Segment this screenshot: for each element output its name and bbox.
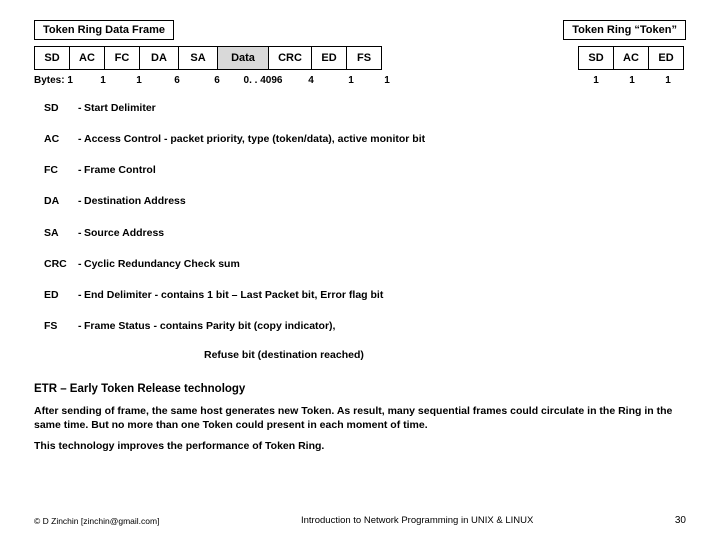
data-frame-block: SD AC FC DA SA Data CRC ED FS Bytes: 1 1… [34, 46, 405, 88]
tb-sd: 1 [578, 72, 614, 88]
token-frame-bytes: 1 1 1 [578, 72, 686, 88]
data-frame-table: SD AC FC DA SA Data CRC ED FS [34, 46, 382, 70]
b-data: 0. . 4096 [237, 72, 289, 88]
df-fs: FS [347, 47, 382, 70]
bytes-label: Bytes: 1 [34, 72, 85, 88]
abbr-ed: ED [44, 289, 78, 313]
etr-block: ETR – Early Token Release technology Aft… [34, 383, 686, 454]
token-frame-block: SD AC ED 1 1 1 [578, 46, 686, 88]
desc-sd: Start Delimiter [84, 102, 686, 126]
etr-paragraph-2: This technology improves the performance… [34, 440, 686, 454]
tk-ed: ED [649, 47, 684, 70]
b-da: 6 [157, 72, 197, 88]
desc-sa: Source Address [84, 227, 686, 251]
abbr-fc: FC [44, 164, 78, 188]
df-crc: CRC [269, 47, 312, 70]
footer-title: Introduction to Network Programming in U… [159, 515, 674, 526]
df-sa: SA [179, 47, 218, 70]
tb-ed: 1 [650, 72, 686, 88]
df-ac: AC [70, 47, 105, 70]
desc-ed: End Delimiter - contains 1 bit – Last Pa… [84, 289, 686, 313]
data-frame-title: Token Ring Data Frame [34, 20, 174, 40]
df-da: DA [140, 47, 179, 70]
b-sa: 6 [197, 72, 237, 88]
abbr-crc: CRC [44, 258, 78, 282]
desc-fs: Frame Status - contains Parity bit (copy… [84, 320, 686, 344]
b-ac: 1 [85, 72, 121, 88]
page-footer: © D Zinchin [zinchin@gmail.com] Introduc… [34, 515, 686, 526]
df-fc: FC [105, 47, 140, 70]
desc-fc: Frame Control [84, 164, 686, 188]
desc-crc: Cyclic Redundancy Check sum [84, 258, 686, 282]
tk-ac: AC [614, 47, 649, 70]
footer-page-number: 30 [675, 515, 686, 526]
abbr-fs: FS [44, 320, 78, 344]
desc-ac: Access Control - packet priority, type (… [84, 133, 686, 157]
abbr-da: DA [44, 195, 78, 219]
df-sd: SD [35, 47, 70, 70]
desc-da: Destination Address [84, 195, 686, 219]
df-ed: ED [312, 47, 347, 70]
b-ed: 1 [333, 72, 369, 88]
b-crc: 4 [289, 72, 333, 88]
tb-ac: 1 [614, 72, 650, 88]
data-frame-bytes: Bytes: 1 1 1 6 6 0. . 4096 4 1 1 [34, 72, 405, 88]
etr-title: ETR – Early Token Release technology [34, 383, 686, 395]
tk-sd: SD [579, 47, 614, 70]
df-data: Data [218, 47, 269, 70]
token-title: Token Ring “Token” [563, 20, 686, 40]
fs-extra-line: Refuse bit (destination reached) [204, 349, 686, 361]
abbr-ac: AC [44, 133, 78, 157]
footer-copyright: © D Zinchin [zinchin@gmail.com] [34, 516, 159, 526]
abbr-sd: SD [44, 102, 78, 126]
token-frame-table: SD AC ED [578, 46, 684, 70]
etr-paragraph-1: After sending of frame, the same host ge… [34, 405, 686, 432]
abbr-sa: SA [44, 227, 78, 251]
b-fs: 1 [369, 72, 405, 88]
b-fc: 1 [121, 72, 157, 88]
definitions-block: SD- Start Delimiter AC- Access Control -… [44, 102, 686, 361]
